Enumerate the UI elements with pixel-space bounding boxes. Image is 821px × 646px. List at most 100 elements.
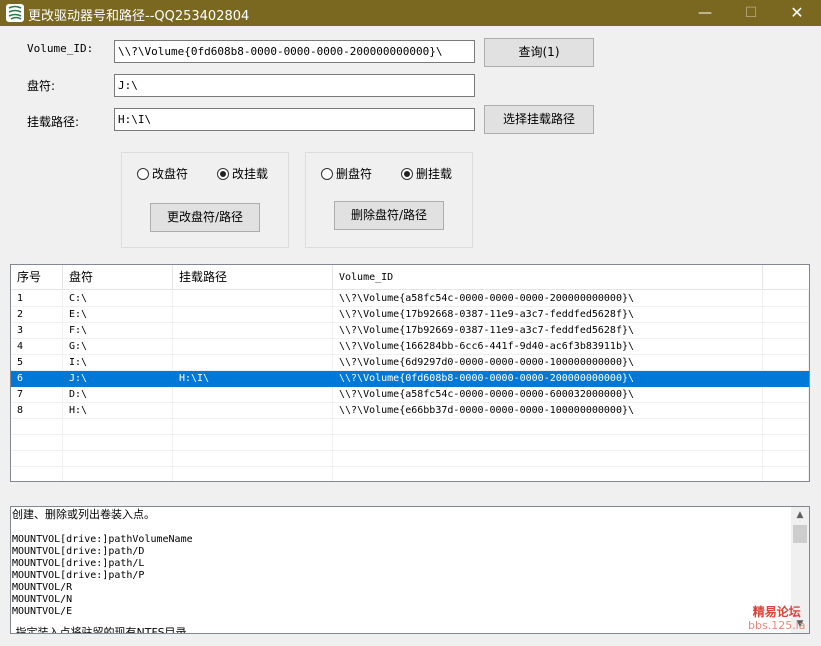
- cell-filler: [763, 467, 809, 481]
- mount-path-field[interactable]: H:\I\: [114, 108, 475, 131]
- cell-filler: [763, 371, 809, 387]
- scroll-thumb[interactable]: [793, 525, 807, 543]
- cell-mount-path: [173, 339, 333, 355]
- minimize-button[interactable]: —: [682, 0, 728, 26]
- cell-volume-id: [333, 435, 763, 451]
- cell-volume-id: \\?\Volume{e66bb37d-0000-0000-0000-10000…: [333, 403, 763, 419]
- cell-drive: H:\: [63, 403, 173, 419]
- cell-index: [11, 435, 63, 451]
- cell-drive: C:\: [63, 291, 173, 307]
- cell-mount-path: [173, 307, 333, 323]
- drive-letter-field[interactable]: J:\: [114, 74, 475, 97]
- window-title: 更改驱动器号和路径--QQ253402804: [28, 9, 250, 24]
- radio-change-drive-indicator: [137, 168, 149, 180]
- cell-filler: [763, 419, 809, 435]
- cell-drive: F:\: [63, 323, 173, 339]
- cell-volume-id: \\?\Volume{17b92669-0387-11e9-a3c7-feddf…: [333, 323, 763, 339]
- output-line: MOUNTVOL[drive:]path/P: [12, 570, 145, 581]
- radio-delete-drive-indicator: [321, 168, 333, 180]
- cell-filler: [763, 355, 809, 371]
- cell-index: 6: [11, 371, 63, 387]
- cell-drive: [63, 435, 173, 451]
- column-header-drive[interactable]: 盘符: [63, 265, 173, 290]
- cell-index: 3: [11, 323, 63, 339]
- output-line: ,指定装入点将驻留的现有NTFS目录。: [12, 626, 198, 634]
- cell-index: [11, 451, 63, 467]
- cell-index: 2: [11, 307, 63, 323]
- cell-mount-path: [173, 419, 333, 435]
- table-row[interactable]: 5 I:\ \\?\Volume{6d9297d0-0000-0000-0000-1…: [11, 355, 809, 371]
- table-row[interactable]: 4 G:\ \\?\Volume{166284bb-6cc6-441f-9d40-a…: [11, 339, 809, 355]
- cell-mount-path: [173, 355, 333, 371]
- cell-drive: [63, 419, 173, 435]
- cell-filler: [763, 451, 809, 467]
- cell-mount-path: [173, 387, 333, 403]
- cell-drive: I:\: [63, 355, 173, 371]
- maximize-button[interactable]: ☐: [728, 0, 774, 26]
- close-button[interactable]: ✕: [774, 0, 820, 26]
- table-row[interactable]: 8 H:\ \\?\Volume{e66bb37d-0000-0000-0000-1…: [11, 403, 809, 419]
- cell-index: 4: [11, 339, 63, 355]
- radio-change-mount-label: 改挂载: [232, 167, 269, 181]
- output-line: MOUNTVOL[drive:]path/D: [12, 546, 145, 557]
- cell-index: 5: [11, 355, 63, 371]
- output-line: MOUNTVOL/R: [12, 582, 73, 593]
- column-header-volume-id[interactable]: Volume_ID: [333, 265, 763, 290]
- cell-index: 7: [11, 387, 63, 403]
- output-line: MOUNTVOL/E: [12, 606, 73, 617]
- table-row[interactable]: 6 J:\ H:\I\ \\?\Volume{0fd608b8-0000-0000-0…: [11, 371, 809, 387]
- cell-volume-id: \\?\Volume{166284bb-6cc6-441f-9d40-ac6f3…: [333, 339, 763, 355]
- volume-table[interactable]: 序号 盘符 挂载路径 Volume_ID 1 C:\ \\?\Volume{a58f…: [10, 264, 810, 482]
- table-row[interactable]: [11, 435, 809, 451]
- cell-drive: E:\: [63, 307, 173, 323]
- watermark-line2: bbs.125.la: [748, 619, 806, 632]
- cell-volume-id: \\?\Volume{a58fc54c-0000-0000-0000-60003…: [333, 387, 763, 403]
- cell-filler: [763, 435, 809, 451]
- cell-volume-id: [333, 419, 763, 435]
- table-row[interactable]: [11, 467, 809, 481]
- table-header: 序号 盘符 挂载路径 Volume_ID: [11, 265, 809, 290]
- output-line: MOUNTVOL/N: [12, 594, 73, 605]
- column-header-index[interactable]: 序号: [11, 265, 63, 290]
- table-row[interactable]: 7 D:\ \\?\Volume{a58fc54c-0000-0000-0000-6…: [11, 387, 809, 403]
- table-row[interactable]: 3 F:\ \\?\Volume{17b92669-0387-11e9-a3c7-f…: [11, 323, 809, 339]
- cell-mount-path: [173, 435, 333, 451]
- cell-mount-path: [173, 291, 333, 307]
- cell-filler: [763, 339, 809, 355]
- mount-path-label: 挂载路径:: [27, 115, 80, 129]
- delete-drive-path-button[interactable]: 删除盘符/路径: [334, 201, 444, 230]
- cell-volume-id: [333, 467, 763, 481]
- cell-mount-path: H:\I\: [173, 371, 333, 387]
- cell-filler: [763, 291, 809, 307]
- cell-mount-path: [173, 323, 333, 339]
- table-row[interactable]: 2 E:\ \\?\Volume{17b92668-0387-11e9-a3c7-f…: [11, 307, 809, 323]
- cell-filler: [763, 307, 809, 323]
- cell-drive: D:\: [63, 387, 173, 403]
- cell-volume-id: [333, 451, 763, 467]
- cell-volume-id: \\?\Volume{6d9297d0-0000-0000-0000-10000…: [333, 355, 763, 371]
- cell-index: 8: [11, 403, 63, 419]
- watermark-line1: 精易论坛: [752, 605, 801, 619]
- table-row[interactable]: 1 C:\ \\?\Volume{a58fc54c-0000-0000-0000-2…: [11, 291, 809, 307]
- scroll-up-arrow-icon[interactable]: ▲: [791, 507, 809, 524]
- volume-id-field[interactable]: \\?\Volume{0fd608b8-0000-0000-0000-20000…: [114, 40, 475, 63]
- cell-volume-id: \\?\Volume{0fd608b8-0000-0000-0000-20000…: [333, 371, 763, 387]
- cell-mount-path: [173, 451, 333, 467]
- output-line: MOUNTVOL[drive:]path/L: [12, 558, 145, 569]
- radio-delete-mount-indicator: [401, 168, 413, 180]
- output-textarea[interactable]: 创建、删除或列出卷装入点。 MOUNTVOL[drive:]pathVolumeN…: [10, 506, 810, 634]
- table-row[interactable]: [11, 419, 809, 435]
- table-row[interactable]: [11, 451, 809, 467]
- output-line: MOUNTVOL[drive:]pathVolumeName: [12, 534, 193, 545]
- cell-mount-path: [173, 403, 333, 419]
- cell-filler: [763, 323, 809, 339]
- output-line: 创建、删除或列出卷装入点。: [12, 508, 155, 521]
- title-bar: 更改驱动器号和路径--QQ253402804 — ☐ ✕: [0, 0, 821, 26]
- query-button[interactable]: 查询(1): [484, 38, 594, 67]
- cell-filler: [763, 403, 809, 419]
- cell-volume-id: \\?\Volume{17b92668-0387-11e9-a3c7-feddf…: [333, 307, 763, 323]
- radio-delete-mount-label: 删挂载: [416, 167, 453, 181]
- select-mount-path-button[interactable]: 选择挂载路径: [484, 105, 594, 134]
- column-header-mount-path[interactable]: 挂载路径: [173, 265, 333, 290]
- change-drive-path-button[interactable]: 更改盘符/路径: [150, 203, 260, 232]
